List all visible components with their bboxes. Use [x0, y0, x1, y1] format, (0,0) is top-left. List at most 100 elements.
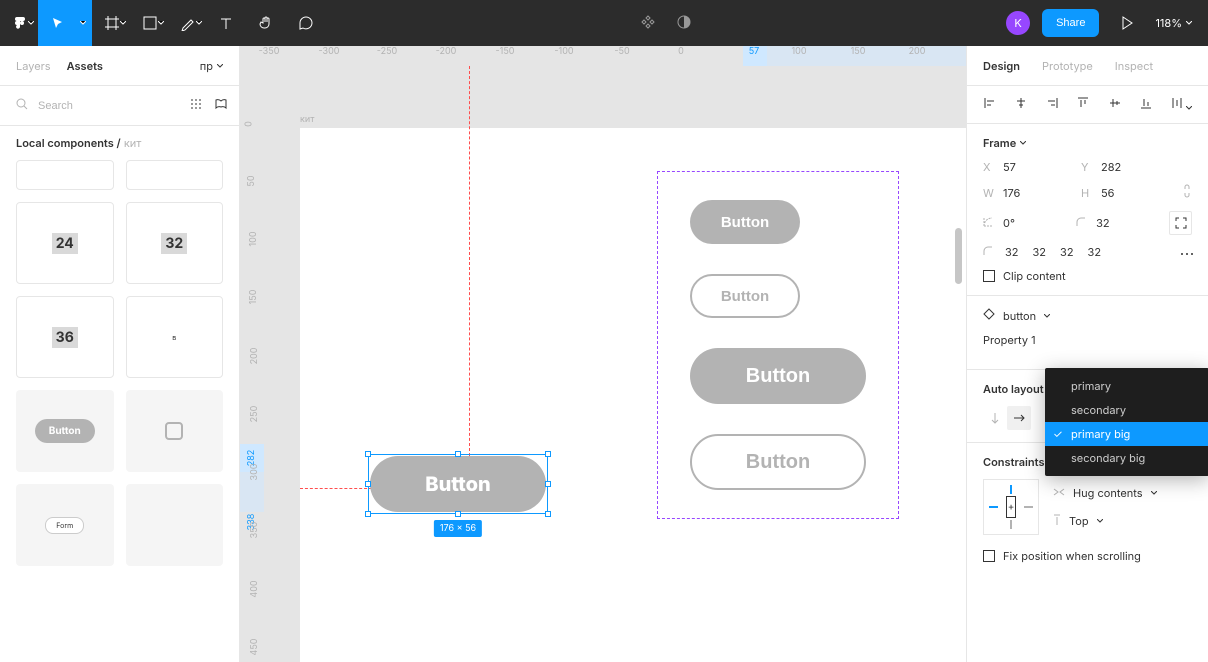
pages-dropdown[interactable]: пр [200, 59, 223, 73]
angle-icon [983, 216, 997, 230]
tab-prototype[interactable]: Prototype [1042, 59, 1093, 73]
selection-handle[interactable] [455, 451, 461, 457]
tab-assets[interactable]: Assets [67, 59, 103, 73]
tab-layers[interactable]: Layers [16, 59, 51, 73]
dropdown-option-secondary-big[interactable]: secondary big [1045, 446, 1208, 470]
y-field[interactable]: Y282 [1081, 160, 1171, 174]
align-hcenter-icon[interactable] [1014, 96, 1028, 113]
resize-h-dropdown[interactable]: Hug contents [1053, 486, 1157, 500]
selection-outline [368, 454, 548, 514]
variant-secondary-big[interactable]: Button [690, 434, 866, 490]
corner-tl[interactable]: 32 [1005, 245, 1019, 259]
canvas[interactable]: -350 -300 -250 -200 -150 -100 -50 0 57 1… [240, 46, 966, 662]
zoom-value: 118% [1155, 16, 1182, 30]
constraints-widget[interactable]: + [983, 479, 1039, 535]
guide-line [469, 66, 470, 456]
asset-card-24[interactable]: 24 [16, 202, 114, 284]
corner-icon [1076, 216, 1090, 230]
hand-tool-button[interactable] [246, 0, 286, 46]
move-chevron-icon[interactable] [78, 0, 92, 46]
asset-card[interactable] [16, 160, 114, 190]
breadcrumb[interactable]: Local components / кит [0, 126, 239, 160]
move-tool-button[interactable] [38, 0, 78, 46]
menu-chevron-icon[interactable] [28, 21, 38, 25]
top-toolbar: K Share 118% [0, 0, 1208, 46]
x-field[interactable]: X57 [983, 160, 1073, 174]
frame-section: Frame X57 Y282 W176 H56 0° 32 [967, 124, 1208, 296]
corner-bl[interactable]: 32 [1088, 245, 1102, 259]
asset-card-empty[interactable] [126, 484, 224, 566]
fix-position-checkbox[interactable]: Fix position when scrolling [983, 549, 1192, 563]
selection-handle[interactable] [545, 511, 551, 517]
dropdown-option-primary-big[interactable]: primary big [1045, 422, 1208, 446]
selection-handle[interactable] [365, 481, 371, 487]
user-avatar[interactable]: K [1006, 11, 1030, 35]
dropdown-option-secondary[interactable]: secondary [1045, 398, 1208, 422]
align-top-icon[interactable] [1076, 96, 1090, 113]
h-field[interactable]: H56 [1081, 186, 1171, 200]
zoom-control[interactable]: 118% [1155, 16, 1192, 30]
link-wh-icon[interactable] [1182, 184, 1192, 201]
corner-icon [983, 245, 997, 259]
clip-content-checkbox[interactable]: Clip content [983, 269, 1192, 283]
al-direction-right[interactable] [1007, 406, 1031, 430]
canvas-scrollbar[interactable] [955, 228, 962, 284]
alignment-controls [967, 86, 1208, 124]
selection-handle[interactable] [545, 451, 551, 457]
asset-card-32[interactable]: 32 [126, 202, 224, 284]
variant-set[interactable]: Button Button Button Button [657, 171, 899, 519]
instance-section: button Property 1 [967, 296, 1208, 370]
present-button[interactable] [1111, 16, 1143, 30]
al-direction-down[interactable] [983, 406, 1007, 430]
align-bottom-icon[interactable] [1139, 96, 1153, 113]
guide-line [300, 488, 372, 489]
corner-tr[interactable]: 32 [1033, 245, 1047, 259]
independent-corners-button[interactable] [1169, 211, 1192, 235]
asset-card-b[interactable]: в [126, 296, 224, 378]
corner-br[interactable]: 32 [1060, 245, 1074, 259]
list-view-icon[interactable] [190, 98, 204, 113]
asset-card-button[interactable]: Button [16, 390, 114, 472]
selection-handle[interactable] [455, 511, 461, 517]
frame-dropdown[interactable]: Frame [983, 136, 1192, 150]
variant-primary[interactable]: Button [690, 200, 800, 244]
selection-handle[interactable] [365, 511, 371, 517]
comment-tool-button[interactable] [286, 0, 326, 46]
asset-card-square[interactable] [126, 390, 224, 472]
align-right-icon[interactable] [1045, 96, 1059, 113]
selected-instance[interactable]: Button 176 × 56 [370, 456, 546, 512]
distribute-icon[interactable] [1170, 96, 1192, 113]
variant-primary-big[interactable]: Button [690, 348, 866, 404]
w-field[interactable]: W176 [983, 186, 1073, 200]
frame-chevron-icon[interactable] [120, 21, 130, 25]
variant-secondary[interactable]: Button [690, 274, 800, 318]
asset-card-36[interactable]: 36 [16, 296, 114, 378]
search-input[interactable] [36, 99, 182, 113]
align-left-icon[interactable] [983, 96, 997, 113]
top-icon [1053, 514, 1061, 529]
corner-more-icon[interactable] [1180, 245, 1194, 259]
vertical-ruler: 0 50 100 150 200 250 282 338 300 350 400… [240, 66, 264, 662]
tab-design[interactable]: Design [983, 59, 1020, 73]
dropdown-option-primary[interactable]: primary [1045, 374, 1208, 398]
asset-card[interactable] [126, 160, 224, 190]
mask-icon[interactable] [676, 14, 692, 33]
rotation-field[interactable]: 0° [983, 216, 1068, 230]
constraint-v-dropdown[interactable]: Top [1053, 514, 1157, 529]
search-icon [16, 98, 28, 113]
align-vcenter-icon[interactable] [1108, 96, 1122, 113]
component-name-dropdown[interactable]: button [1003, 309, 1036, 323]
frame-label[interactable]: кит [300, 114, 314, 125]
tab-inspect[interactable]: Inspect [1115, 59, 1153, 73]
horizontal-ruler: -350 -300 -250 -200 -150 -100 -50 0 57 1… [264, 46, 966, 66]
selection-handle[interactable] [545, 481, 551, 487]
pen-chevron-icon[interactable] [196, 21, 206, 25]
text-tool-button[interactable] [206, 0, 246, 46]
asset-card-form[interactable]: Form [16, 484, 114, 566]
shape-chevron-icon[interactable] [158, 21, 168, 25]
library-icon[interactable] [214, 98, 228, 113]
share-button[interactable]: Share [1042, 9, 1099, 37]
selection-handle[interactable] [365, 451, 371, 457]
corner-field[interactable]: 32 [1076, 216, 1161, 230]
components-icon[interactable] [640, 14, 656, 33]
